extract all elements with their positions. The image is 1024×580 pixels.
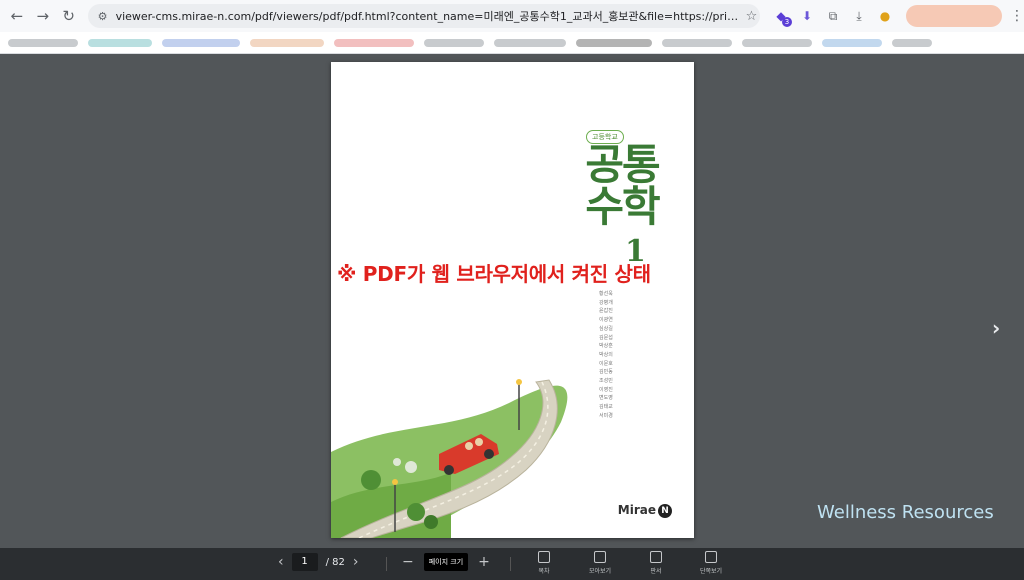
downloads-icon[interactable]: ⤓ [848,5,870,27]
bookmark-star-icon[interactable]: ☆ [746,9,758,24]
author-name: 박상훈 [599,343,613,350]
tool-label: 판서 [650,568,662,575]
page-number-input[interactable]: 1 [291,553,318,571]
publisher-name: Mirae [617,503,656,517]
zoom-mode-button[interactable]: 페이지 크기 [423,553,469,571]
bookmark-item[interactable] [742,38,812,47]
page-navigator: ‹ 1 / 82 › [278,553,359,571]
street-lamp-light [392,479,398,485]
prev-page-icon[interactable]: ‹ [278,554,284,570]
publisher-logo: Mirae N [618,503,672,518]
grid-icon [594,551,606,563]
browser-toolbar: ← → ↻ ⚙ viewer-cms.mirae-n.com/pdf/viewe… [0,0,1024,32]
book-title-line1: 공통 [585,140,660,189]
reload-icon[interactable]: ↻ [56,3,82,29]
zoom-controls: − 페이지 크기 + [402,553,490,571]
bookmark-item[interactable] [822,38,882,47]
divider [510,557,511,571]
book-title: 공통 수학 [567,144,677,228]
puzzle-icon[interactable]: ⧉ [822,5,844,27]
bookmark-item[interactable] [88,38,152,47]
author-name: 강병개 [599,299,613,306]
pen-icon [650,551,662,563]
tree [407,503,425,521]
author-name: 박상의 [599,351,613,358]
zoom-out-icon[interactable]: − [402,554,414,570]
bookmark-item[interactable] [494,38,566,47]
extensions-area: ◆ 3 ⬇ ⧉ ⤓ ● ⋮ [770,5,1024,27]
address-bar[interactable]: ⚙ viewer-cms.mirae-n.com/pdf/viewers/pdf… [87,4,760,28]
bookmark-item[interactable] [892,38,932,47]
watermark-text: Wellness Resources [817,502,994,523]
divider [386,557,387,571]
more-menu-icon[interactable]: ⋮ [1010,8,1024,24]
author-name: 김문섭 [599,334,613,341]
extension-icon[interactable]: ◆ 3 [770,5,792,27]
toc-icon [538,551,550,563]
author-name: 윤갑진 [599,308,613,315]
author-name: 심상길 [599,325,613,332]
extension-badge: 3 [782,17,792,27]
author-name: 황선욱 [599,291,613,297]
profile-chip[interactable] [906,5,1002,27]
author-name: 이광연 [599,317,613,324]
viewer-bottom-bar: ‹ 1 / 82 › − 페이지 크기 + 목차 모아보기 판서 단쪽보기 [0,548,1024,580]
tool-single-page[interactable]: 단쪽보기 [691,551,731,575]
exhaust-cloud [393,458,401,466]
tool-toc[interactable]: 목차 [524,551,564,575]
tool-label: 목차 [538,568,550,575]
pdf-page: 고등학교 공통 수학 1 황선욱 강병개 윤갑진 이광연 심상길 김문섭 박상훈 박상의 이문호… [331,62,694,538]
forward-arrow-icon[interactable]: → [30,3,56,29]
bookmark-item[interactable] [576,38,652,47]
bookmark-item[interactable] [334,38,414,47]
single-page-icon [705,551,717,563]
publisher-mark: N [658,504,672,518]
back-arrow-icon[interactable]: ← [4,3,30,29]
tool-grid[interactable]: 모아보기 [580,551,620,575]
tool-pen[interactable]: 판서 [636,551,676,575]
next-page-chevron-icon[interactable]: › [992,316,1000,340]
overlay-annotation: ※ PDF가 웹 브라우저에서 켜진 상태 [337,262,651,286]
exhaust-cloud [405,461,417,473]
bookmark-item[interactable] [250,38,324,47]
tool-label: 모아보기 [588,568,612,575]
tree [361,470,381,490]
street-lamp-light [516,379,522,385]
tree [424,515,438,529]
tool-label: 단쪽보기 [699,568,723,575]
page-total: / 82 [325,556,345,568]
pdf-viewport[interactable]: 고등학교 공통 수학 1 황선욱 강병개 윤갑진 이광연 심상길 김문섭 박상훈 박상의 이문호… [0,54,1024,548]
bookmark-item[interactable] [162,38,240,47]
zoom-in-icon[interactable]: + [478,554,490,570]
download-extension-icon[interactable]: ⬇ [796,5,818,27]
bookmark-item[interactable] [662,38,732,47]
book-title-line2: 수학 [585,182,660,231]
url-text: viewer-cms.mirae-n.com/pdf/viewers/pdf/p… [115,10,740,23]
site-info-icon[interactable]: ⚙ [96,9,110,23]
extension-bee-icon[interactable]: ● [874,5,896,27]
bookmarks-bar [0,32,1024,54]
bookmark-item[interactable] [424,38,484,47]
next-page-icon[interactable]: › [353,554,359,570]
bookmark-item[interactable] [8,38,78,47]
